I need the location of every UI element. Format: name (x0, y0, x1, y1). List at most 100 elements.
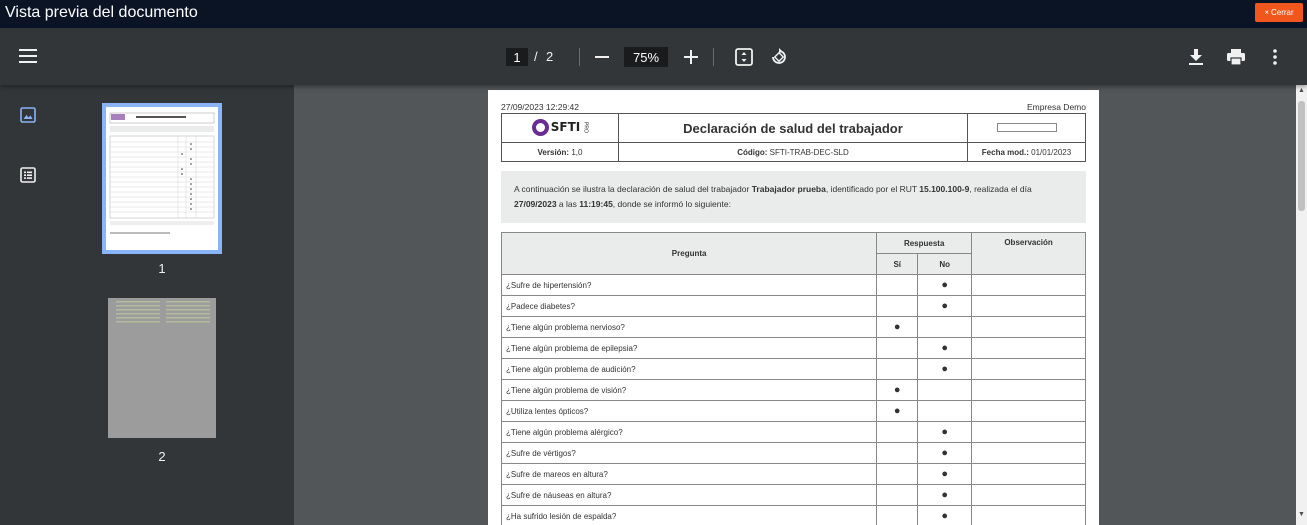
question-cell: ¿Utiliza lentes ópticos? (500, 400, 878, 422)
question-cell: ¿Ha sufrido lesión de espalda? (500, 505, 878, 525)
scroll-down-arrow-icon[interactable]: ▼ (1296, 511, 1307, 523)
yes-cell (876, 505, 919, 525)
no-cell: ● (917, 463, 973, 485)
observation-cell (971, 484, 1086, 506)
no-cell: ● (917, 358, 973, 380)
column-header-observation: Observación (971, 232, 1086, 275)
barcode-cell (967, 113, 1086, 143)
column-header-answer: Respuesta (876, 232, 973, 254)
observation-cell (971, 505, 1086, 525)
no-cell: ● (917, 421, 973, 443)
page-separator: / (534, 49, 538, 64)
no-cell: ● (917, 274, 973, 296)
question-cell: ¿Sufre de hipertensión? (500, 274, 878, 296)
thumbnail-label-2: 2 (158, 449, 166, 464)
close-button[interactable]: × Cerrar (1255, 3, 1303, 22)
table-row: ¿Tiene algún problema de visión? ● (500, 379, 1086, 401)
zoom-level-input[interactable]: 75% (624, 47, 668, 67)
yes-cell (876, 337, 919, 359)
scrollbar-thumb[interactable] (1298, 101, 1305, 211)
page-number-input[interactable]: 1 (506, 48, 528, 66)
yes-cell: ● (876, 379, 919, 401)
fit-to-page-icon[interactable] (734, 47, 754, 67)
print-icon[interactable] (1226, 47, 1246, 67)
table-row: ¿Sufre de náuseas en altura? ● (500, 484, 1086, 506)
title-bar: Vista previa del documento × Cerrar (0, 0, 1307, 28)
observation-cell (971, 295, 1086, 317)
no-cell (917, 400, 973, 422)
thumbnail-label-1: 1 (158, 261, 166, 276)
vertical-scrollbar[interactable]: ▲ ▼ (1296, 85, 1307, 525)
yes-cell (876, 463, 919, 485)
observation-cell (971, 337, 1086, 359)
intro-text: A continuación se ilustra la declaración… (501, 171, 1086, 223)
code-cell: Código: SFTI-TRAB-DEC-SLD (618, 142, 968, 162)
page-thumbnail-1[interactable] (102, 103, 222, 254)
observation-cell (971, 316, 1086, 338)
column-header-no: No (917, 253, 973, 275)
table-row: ¿Padece diabetes? ● (500, 295, 1086, 317)
question-cell: ¿Padece diabetes? (500, 295, 878, 317)
more-vertical-icon[interactable] (1265, 47, 1285, 67)
column-header-yes: Sí (876, 253, 919, 275)
version-cell: Versión: 1,0 (501, 142, 619, 162)
hamburger-menu-icon[interactable] (18, 46, 38, 66)
observation-cell (971, 379, 1086, 401)
yes-cell (876, 442, 919, 464)
download-icon[interactable] (1186, 47, 1206, 67)
company-name: Empresa Demo (1026, 102, 1086, 112)
close-icon: × (1264, 8, 1269, 17)
document-timestamp: 27/09/2023 12:29:42 (501, 102, 579, 112)
company-logo: SFTI PRO (531, 118, 588, 136)
question-cell: ¿Sufre de mareos en altura? (500, 463, 878, 485)
no-cell: ● (917, 505, 973, 525)
no-cell: ● (917, 295, 973, 317)
observation-cell (971, 274, 1086, 296)
image-icon[interactable] (20, 107, 36, 123)
document-viewer[interactable]: 27/09/2023 12:29:42 Empresa Demo SFTI PR… (294, 85, 1296, 525)
table-row: ¿Sufre de mareos en altura? ● (500, 463, 1086, 485)
no-cell: ● (917, 442, 973, 464)
question-cell: ¿Tiene algún problema de visión? (500, 379, 878, 401)
document-page: 27/09/2023 12:29:42 Empresa Demo SFTI PR… (488, 90, 1099, 525)
table-row: ¿Tiene algún problema nervioso? ● (500, 316, 1086, 338)
divider (579, 48, 580, 66)
scroll-up-arrow-icon[interactable]: ▲ (1296, 87, 1307, 99)
document-header: SFTI PRO Declaración de salud del trabaj… (501, 113, 1086, 162)
yes-cell (876, 295, 919, 317)
list-icon[interactable] (20, 167, 36, 183)
health-questions-table: Pregunta Respuesta Observación Sí No ¿Su… (500, 232, 1086, 525)
total-pages: 2 (546, 49, 554, 64)
no-cell: ● (917, 337, 973, 359)
plus-icon[interactable] (682, 48, 700, 66)
column-header-question: Pregunta (500, 232, 878, 275)
table-row: ¿Sufre de vértigos? ● (500, 442, 1086, 464)
no-cell (917, 379, 973, 401)
page-thumbnail-2[interactable] (108, 298, 216, 438)
minus-icon[interactable] (593, 48, 611, 66)
table-row: ¿Tiene algún problema alérgico? ● (500, 421, 1086, 443)
divider (713, 48, 714, 66)
document-title: Declaración de salud del trabajador (618, 113, 968, 143)
question-cell: ¿Tiene algún problema de epilepsia? (500, 337, 878, 359)
rotate-counterclockwise-icon[interactable] (769, 47, 789, 67)
question-cell: ¿Sufre de náuseas en altura? (500, 484, 878, 506)
no-cell: ● (917, 484, 973, 506)
observation-cell (971, 463, 1086, 485)
question-cell: ¿Tiene algún problema alérgico? (500, 421, 878, 443)
table-row: ¿Sufre de hipertensión? ● (500, 274, 1086, 296)
logo-mark (531, 118, 549, 136)
yes-cell: ● (876, 400, 919, 422)
logo-cell: SFTI PRO (501, 113, 619, 143)
question-cell: ¿Sufre de vértigos? (500, 442, 878, 464)
question-cell: ¿Tiene algún problema de audición? (500, 358, 878, 380)
yes-cell (876, 274, 919, 296)
barcode (996, 122, 1057, 132)
question-cell: ¿Tiene algún problema nervioso? (500, 316, 878, 338)
thumbnail-preview (106, 107, 218, 250)
close-label: Cerrar (1271, 8, 1294, 17)
table-row: ¿Ha sufrido lesión de espalda? ● (500, 505, 1086, 525)
thumbnail-sidebar: 1 2 (0, 85, 294, 525)
window-title: Vista previa del documento (5, 4, 198, 21)
observation-cell (971, 358, 1086, 380)
